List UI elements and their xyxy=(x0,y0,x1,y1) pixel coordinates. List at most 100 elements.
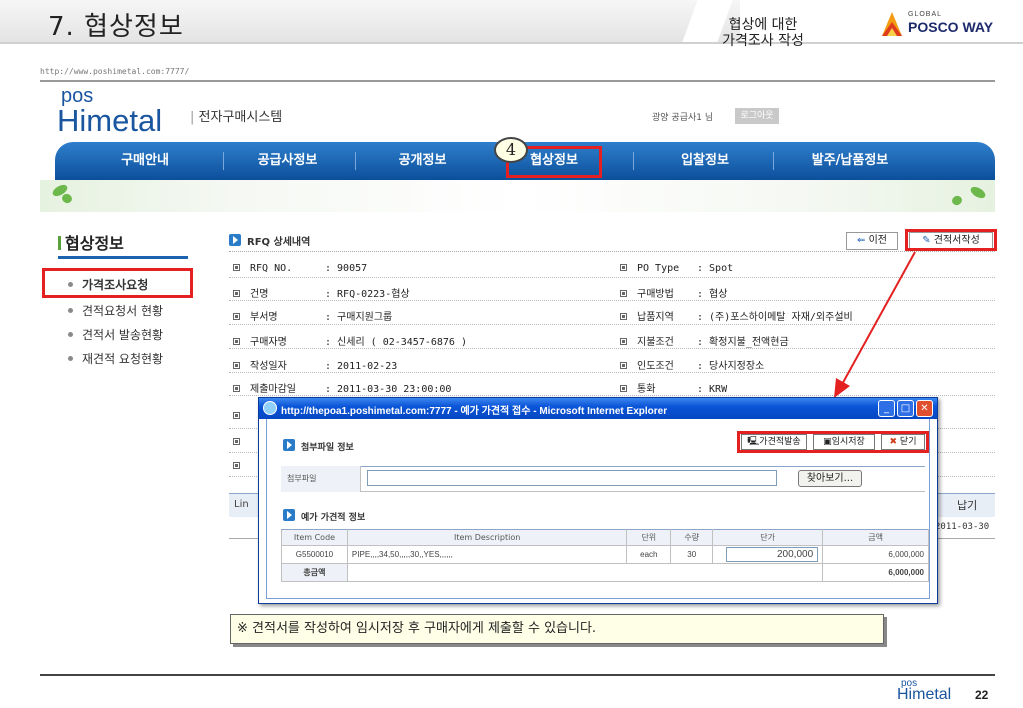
attachment-file-input[interactable] xyxy=(367,470,777,486)
bullet-icon xyxy=(620,313,627,320)
nav-order-delivery-info[interactable]: 발주/납품정보 xyxy=(785,142,915,180)
sidebar-highlight-box xyxy=(42,268,193,298)
decorative-banner xyxy=(40,180,995,212)
col-unit: 단위 xyxy=(626,529,672,546)
leaf-icon xyxy=(968,184,988,201)
back-arrow-icon: ⇐ xyxy=(857,235,866,246)
item-code: G5500010 xyxy=(281,545,348,564)
field-buyer: 구매자명: 신세리 ( 02-3457-6876 ) xyxy=(233,333,467,348)
item-qty: 30 xyxy=(670,545,714,564)
bullet-icon xyxy=(620,290,627,297)
field-currency: 통화: KRW xyxy=(620,380,727,395)
section-arrow-icon xyxy=(283,439,295,451)
unit-price-cell: 200,000 xyxy=(712,545,824,564)
field-po-type: PO Type: Spot xyxy=(620,263,733,274)
sidebar-title: 협상정보 xyxy=(58,230,124,254)
system-name: | 전자구매시스템 xyxy=(190,110,283,125)
total-row: 총금액 6,000,000 xyxy=(281,563,929,582)
nav-separator xyxy=(633,152,634,170)
total-label: 총금액 xyxy=(281,563,348,582)
slide-subtitle: 협상에 대한 가격조사 작성 xyxy=(703,17,823,49)
window-close-button[interactable]: ✕ xyxy=(916,400,933,417)
estimate-table-header: Item Code Item Description 단위 수량 단가 금액 xyxy=(281,529,929,546)
popup-title-bar[interactable]: http://thepoa1.poshimetal.com:7777 - 예가 … xyxy=(259,398,937,419)
page-number: 22 xyxy=(975,688,989,702)
bullet-icon xyxy=(233,313,240,320)
popup-title: http://thepoa1.poshimetal.com:7777 - 예가 … xyxy=(281,406,668,417)
ie-icon xyxy=(263,401,277,415)
footer-line xyxy=(40,674,995,676)
field-deadline: 제출마감일: 2011-03-30 23:00:00 xyxy=(233,380,451,395)
bullet-icon xyxy=(620,362,627,369)
nav-separator xyxy=(223,152,224,170)
attachment-section-title: 첨부파일 정보 xyxy=(283,439,354,453)
col-qty: 수량 xyxy=(670,529,714,546)
hidden-row-bullet xyxy=(233,411,250,422)
item-unit: each xyxy=(626,545,672,564)
bullet-icon xyxy=(233,338,240,345)
estimate-table: Item Code Item Description 단위 수량 단가 금액 G… xyxy=(281,529,929,582)
footer-logo-himetal: Himetal xyxy=(897,686,952,703)
popup-body: 첨부파일 정보 🖳가견적발송 ▣임시저장 ✖ 닫기 첨부파일 찾아보기... 예… xyxy=(266,419,930,599)
maximize-button[interactable]: □ xyxy=(897,400,914,417)
leaf-icon xyxy=(950,194,964,207)
estimate-popup-window: http://thepoa1.poshimetal.com:7777 - 예가 … xyxy=(258,397,938,604)
logo-himetal-text: Himetal xyxy=(57,103,163,138)
bullet-icon xyxy=(233,290,240,297)
nav-separator xyxy=(355,152,356,170)
col-amount: 금액 xyxy=(822,529,929,546)
field-delivery-terms: 인도조건: 당사지정장소 xyxy=(620,357,764,372)
slide-subtitle-line2: 가격조사 작성 xyxy=(722,33,804,49)
annotation-arrow xyxy=(834,251,916,398)
col-unit-price: 단가 xyxy=(712,529,824,546)
user-greeting: 광양 공급사1 님 xyxy=(652,113,714,123)
line-header-partial: Lin xyxy=(234,499,249,510)
field-purchase-method: 구매방법: 협상 xyxy=(620,285,727,300)
field-created-date: 작성일자: 2011-02-23 xyxy=(233,357,397,372)
table-row: G5500010 PIPE,,,,34,50,,,,,30,,YES,,,,,,… xyxy=(281,545,929,564)
bullet-icon xyxy=(68,356,73,361)
sidebar-item-requote-status[interactable]: 재견적 요청현황 xyxy=(68,350,163,367)
bullet-icon xyxy=(68,332,73,337)
himetal-logo[interactable]: pos Himetal xyxy=(55,86,185,142)
nav-supplier-info[interactable]: 공급사정보 xyxy=(230,142,345,180)
nav-public-info[interactable]: 공개정보 xyxy=(365,142,480,180)
sidebar-item-rfq-status[interactable]: 견적요청서 현황 xyxy=(68,302,163,319)
popup-buttons-highlight-box xyxy=(737,431,929,453)
nav-bid-info[interactable]: 입찰정보 xyxy=(645,142,765,180)
field-payment-terms: 지불조건: 확정지불_전액현금 xyxy=(620,333,789,348)
field-subject: 건명: RFQ-0223-협상 xyxy=(233,285,410,300)
field-delivery-region: 납품지역: (주)포스하이메탈 자재/외주설비 xyxy=(620,308,853,323)
nav-purchase-guide[interactable]: 구매안내 xyxy=(85,142,205,180)
col-item-description: Item Description xyxy=(346,529,628,546)
item-amount: 6,000,000 xyxy=(822,545,929,564)
footer-himetal-logo: pos Himetal xyxy=(895,679,1005,707)
prev-button[interactable]: ⇐ 이전 xyxy=(846,232,898,250)
write-quote-highlight-box xyxy=(905,229,997,251)
rfq-section-title: RFQ 상세내역 xyxy=(229,233,310,248)
field-rfq-no: RFQ NO.: 90057 xyxy=(233,263,367,274)
frame-divider xyxy=(40,80,995,82)
bullet-icon xyxy=(68,308,73,313)
item-description: PIPE,,,,34,50,,,,,30,,YES,,,,,, xyxy=(346,545,628,564)
slide-subtitle-line1: 협상에 대한 xyxy=(728,17,798,33)
hidden-row-bullet xyxy=(233,461,250,472)
bullet-icon xyxy=(233,385,240,392)
posco-logo-icon xyxy=(882,12,902,36)
attachment-label: 첨부파일 xyxy=(281,466,361,492)
section-arrow-icon xyxy=(283,509,295,521)
estimate-section-title: 예가 가견적 정보 xyxy=(283,509,365,523)
leaf-icon xyxy=(60,192,74,205)
minimize-button[interactable]: _ xyxy=(878,400,895,417)
logout-button[interactable]: 로그아웃 xyxy=(735,108,779,124)
unit-price-input[interactable]: 200,000 xyxy=(726,547,819,562)
browse-button[interactable]: 찾아보기... xyxy=(798,470,862,487)
delivery-date-value: 2011-03-30 xyxy=(935,522,990,532)
hidden-row-bullet xyxy=(233,437,250,448)
sidebar-item-quote-sent-status[interactable]: 견적서 발송현황 xyxy=(68,326,163,343)
posco-way-text: POSCO WAY xyxy=(908,19,994,35)
bullet-icon xyxy=(233,362,240,369)
sidebar-title-underline xyxy=(58,256,188,259)
delivery-date-header: 납기 xyxy=(957,499,978,512)
bullet-icon xyxy=(620,338,627,345)
